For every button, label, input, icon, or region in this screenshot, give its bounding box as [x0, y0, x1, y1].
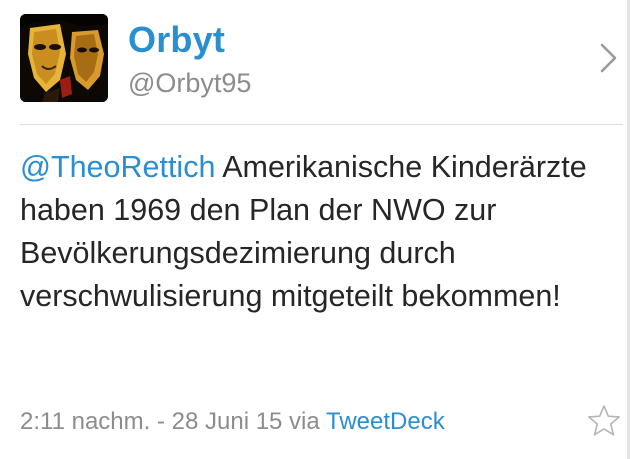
source-link[interactable]: TweetDeck	[326, 408, 445, 435]
profile-header[interactable]: Orbyt @Orbyt95	[0, 0, 630, 124]
user-handle: @Orbyt95	[128, 68, 252, 98]
mention-link[interactable]: @TheoRettich	[20, 150, 215, 184]
via-label: via	[282, 408, 326, 435]
tweet-meta: 2:11 nachm. - 28 Juni 15 via TweetDeck	[20, 404, 445, 440]
avatar-image	[20, 14, 108, 102]
avatar[interactable]	[20, 14, 108, 102]
chevron-right-icon[interactable]	[598, 42, 620, 74]
display-name[interactable]: Orbyt	[128, 18, 225, 62]
tweet-text: @TheoRettich Amerikanische Kinderärzte h…	[20, 146, 590, 318]
star-outline-icon[interactable]	[586, 403, 622, 439]
divider	[20, 124, 623, 125]
timestamp: 2:11 nachm. - 28 Juni 15	[20, 408, 283, 435]
